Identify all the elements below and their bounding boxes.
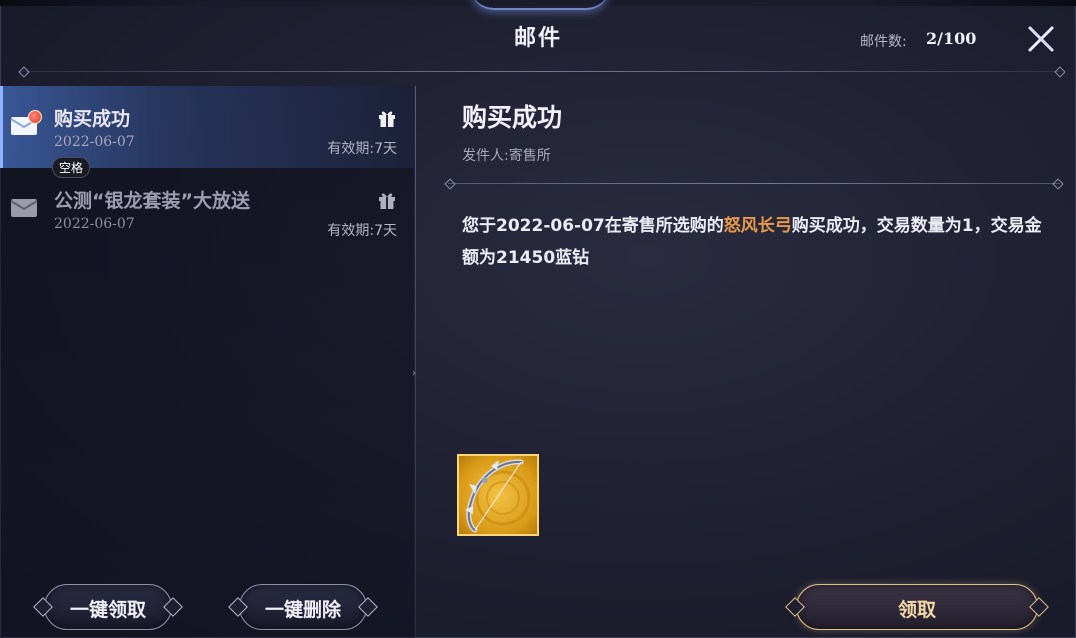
mail-list-item[interactable]: 公测“银龙套装”大放送 2022-06-07 有效期:7天 [0,168,414,250]
mail-subject: 公测“银龙套装”大放送 [54,190,250,212]
mail-count-value: 2/100 [926,29,977,48]
mail-detail-title: 购买成功 [462,103,563,132]
mail-date: 2022-06-07 [54,216,135,232]
gift-icon [379,111,395,127]
window-title: 邮件 [513,26,562,51]
panel-divider [415,86,416,638]
attachment-slot[interactable] [457,454,539,536]
mail-body: 您于2022-06-07在寄售所选购的怒风长弓购买成功，交易数量为1，交易金额为… [462,210,1047,274]
claim-all-button[interactable]: 一键领取 [30,581,186,633]
mail-validity: 有效期:7天 [327,141,397,157]
detail-divider [448,183,1060,184]
delete-all-button[interactable]: 一键删除 [225,581,381,633]
mail-list-item[interactable]: 购买成功 2022-06-07 有效期:7天 [0,86,414,168]
longbow-icon [465,459,531,533]
envelope-icon [10,199,38,217]
item-name-highlight: 怒风长弓 [723,216,792,236]
mail-subject: 购买成功 [54,108,131,130]
mail-validity: 有效期:7天 [327,223,397,239]
chevron-right-icon: › [412,368,416,379]
mail-sender: 发件人:寄售所 [462,148,551,164]
crest-ornament [470,0,610,10]
claim-button[interactable]: 领取 [782,581,1052,633]
gift-icon [379,193,395,209]
claim-label: 领取 [897,599,936,621]
unread-badge [28,110,42,124]
claim-all-label: 一键领取 [69,599,146,621]
mail-count-label: 邮件数: [860,34,907,50]
header-divider [22,71,1062,72]
hotkey-tooltip: 空格 [52,157,91,178]
close-button[interactable] [1022,20,1060,58]
close-icon [1028,26,1054,52]
delete-all-label: 一键删除 [264,599,341,621]
mail-body-prefix: 您于2022-06-07在寄售所选购的 [462,216,724,236]
mail-date: 2022-06-07 [54,134,135,150]
